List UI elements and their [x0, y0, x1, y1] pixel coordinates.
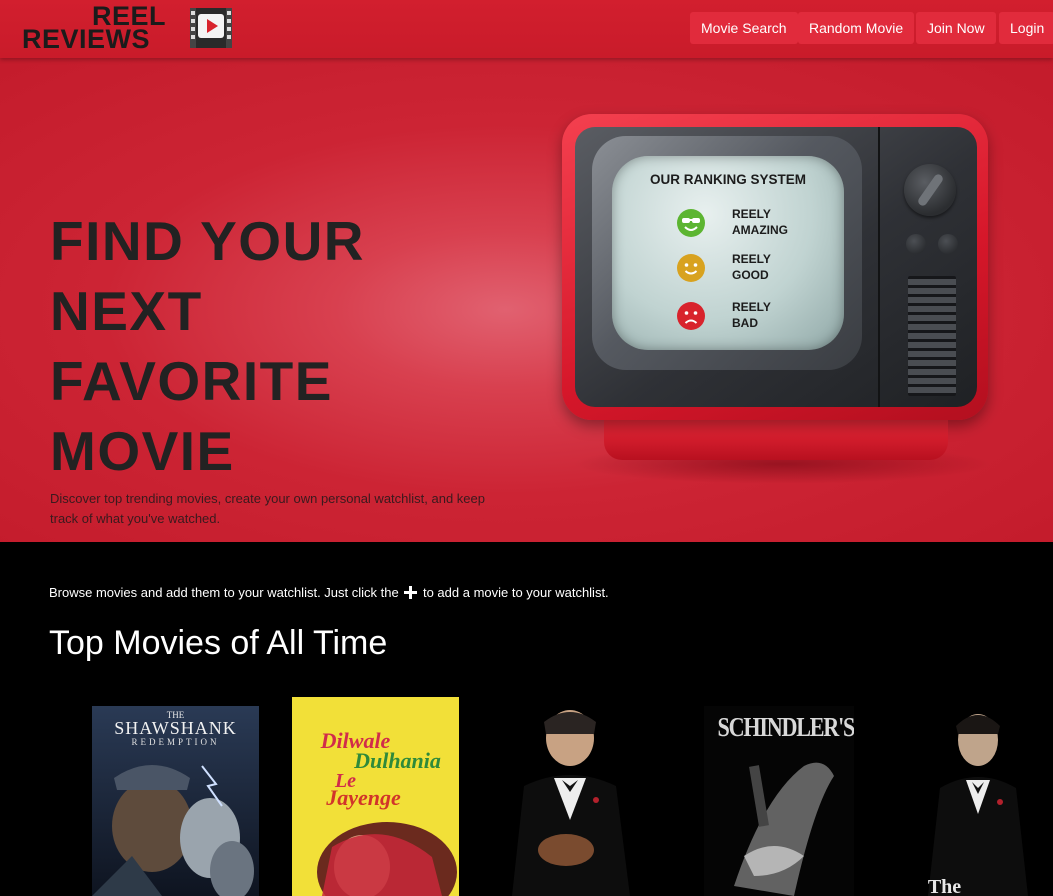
hero-subtitle: Discover top trending movies, create you…: [50, 491, 485, 526]
ranking-label: REELY GOOD: [732, 251, 822, 283]
poster-image: [492, 700, 659, 896]
movie-poster-ddlj[interactable]: Dilwale Dulhania Le Jayenge: [292, 697, 459, 896]
ranking-label-line: REELY: [732, 207, 771, 221]
retro-tv-illustration: OUR RANKING SYSTEM REELY AMAZING REELY G…: [562, 114, 992, 484]
hero-title-line: NEXT: [50, 280, 203, 342]
browse-text-after: to add a movie to your watchlist.: [422, 585, 609, 600]
hero-section: FIND YOUR NEXT FAVORITE MOVIE Discover t…: [0, 58, 1053, 542]
smile-face-icon: [677, 254, 705, 282]
ranking-label-line: REELY: [732, 300, 771, 314]
ranking-label-line: GOOD: [732, 268, 769, 282]
ranking-label-line: BAD: [732, 316, 758, 330]
logo-text-reviews: REVIEWS: [22, 24, 151, 54]
tv-stand: [604, 414, 948, 460]
nav-movie-search-button[interactable]: Movie Search: [690, 12, 798, 44]
ranking-title: OUR RANKING SYSTEM: [649, 172, 806, 187]
ranking-label: REELY BAD: [732, 299, 822, 331]
poster-title-line: Jayenge: [326, 785, 401, 810]
tv-divider: [878, 127, 880, 407]
navbar: REEL REVIEWS Movie Search Random Movie J…: [0, 0, 1053, 58]
poster-title: The: [927, 876, 962, 896]
tv-dial-knob: [904, 164, 956, 216]
poster-title: SCHINDLER'S LIST: [717, 712, 855, 742]
movie-poster-godfather-part-ii[interactable]: The: [918, 704, 1031, 896]
ranking-label: REELY AMAZING: [732, 206, 822, 238]
film-reel-icon: [190, 8, 232, 48]
tv-button: [938, 234, 958, 254]
tv-speaker-grille: [908, 276, 956, 396]
ranking-system-screen: OUR RANKING SYSTEM REELY AMAZING REELY G…: [612, 156, 844, 350]
ranking-item-bad: REELY BAD: [612, 299, 844, 333]
movie-poster-schindlers-list[interactable]: SCHINDLER'S LIST: [704, 706, 854, 896]
ranking-label-line: REELY: [732, 252, 771, 266]
poster-image: [918, 704, 1031, 896]
knob-indicator: [916, 172, 945, 208]
plus-icon: [404, 586, 418, 599]
hero-title-line: FAVORITE: [50, 350, 333, 412]
ranking-item-good: REELY GOOD: [612, 251, 844, 285]
hero-title-line: MOVIE: [50, 420, 235, 482]
movie-poster-shawshank[interactable]: THE SHAWSHANK REDEMPTION: [92, 706, 259, 896]
browse-text-before: Browse movies and add them to your watch…: [49, 585, 399, 600]
nav-login-button[interactable]: Login: [999, 12, 1053, 44]
tv-button: [906, 234, 926, 254]
section-title: Top Movies of All Time: [49, 624, 388, 662]
nav-join-now-button[interactable]: Join Now: [916, 12, 996, 44]
ranking-item-amazing: REELY AMAZING: [612, 206, 844, 240]
nav-random-movie-button[interactable]: Random Movie: [798, 12, 915, 44]
poster-title: SHAWSHANK: [114, 718, 237, 738]
poster-subtitle: REDEMPTION: [131, 737, 220, 747]
ranking-label-line: AMAZING: [732, 223, 788, 237]
frown-face-icon: [677, 302, 705, 330]
browse-instructions: Browse movies and add them to your watch…: [49, 585, 609, 601]
hero-title: FIND YOUR NEXT FAVORITE MOVIE: [50, 206, 530, 486]
poster-title-line: Dulhania: [354, 748, 441, 773]
cool-face-icon: [677, 209, 705, 237]
site-logo[interactable]: REEL REVIEWS: [22, 3, 237, 55]
movie-poster-godfather[interactable]: [492, 700, 659, 896]
hero-title-line: FIND YOUR: [50, 210, 366, 272]
tv-body: OUR RANKING SYSTEM REELY AMAZING REELY G…: [562, 114, 988, 420]
